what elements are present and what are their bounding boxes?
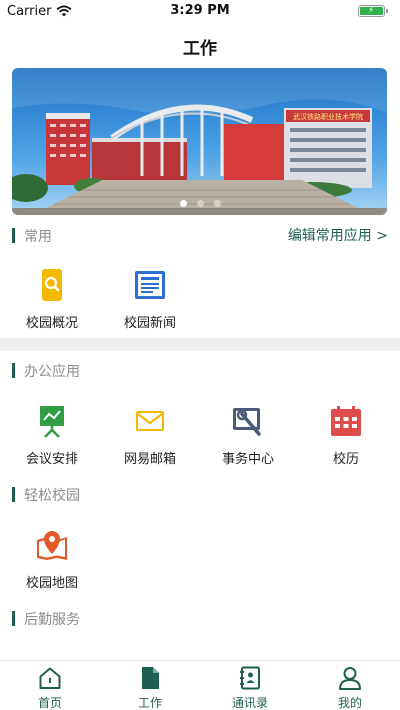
app-campus-overview[interactable]: 校园概况 <box>12 268 92 331</box>
page-dot[interactable] <box>213 200 221 207</box>
section-divider <box>0 338 400 351</box>
tools-icon <box>233 408 261 436</box>
edit-common-apps-link[interactable]: 编辑常用应用 > <box>288 225 388 245</box>
app-school-calendar[interactable]: 校历 <box>306 404 386 467</box>
search-doc-icon <box>42 269 62 301</box>
clock: 3:29 PM <box>170 3 230 18</box>
section-header-logistics: 后勤服务 <box>12 609 388 629</box>
app-affairs-center[interactable]: 事务中心 <box>208 404 288 467</box>
app-label: 会议安排 <box>25 452 78 467</box>
page-dot[interactable] <box>179 200 187 207</box>
app-label: 事务中心 <box>221 452 274 467</box>
app-campus-map[interactable]: 校园地图 <box>12 528 92 591</box>
app-campus-news[interactable]: 校园新闻 <box>110 268 190 331</box>
banner-page-indicator[interactable] <box>0 200 400 208</box>
tab-label: 首页 <box>37 696 62 710</box>
tab-label: 我的 <box>337 696 362 710</box>
app-label: 校园概况 <box>25 316 78 331</box>
section-header-campus: 轻松校园 <box>12 485 388 505</box>
tab-contacts[interactable]: 通讯录 <box>220 666 280 710</box>
banner-sign: 武汉铁路职业技术学院 <box>293 112 363 121</box>
section-marker <box>12 228 15 243</box>
campus-banner[interactable]: 武汉铁路职业技术学院 <box>12 68 387 215</box>
battery-cap <box>386 9 388 13</box>
app-label: 校园地图 <box>25 576 78 591</box>
battery-icon: ⚡ <box>358 5 385 17</box>
calendar-icon <box>331 406 361 436</box>
news-icon <box>135 271 165 299</box>
tab-home[interactable]: 首页 <box>20 666 80 710</box>
document-icon <box>142 667 159 689</box>
tab-label: 通讯录 <box>231 696 268 710</box>
home-icon <box>39 667 61 689</box>
app-label: 校园新闻 <box>123 316 176 331</box>
app-label: 校历 <box>332 452 359 467</box>
presentation-icon <box>40 406 64 438</box>
section-title: 常用 <box>24 229 52 245</box>
section-marker <box>12 487 15 502</box>
section-marker <box>12 611 15 626</box>
map-pin-icon <box>37 531 67 560</box>
user-icon <box>339 667 361 690</box>
section-title: 后勤服务 <box>24 612 80 628</box>
tab-me[interactable]: 我的 <box>320 666 380 710</box>
status-bar: Carrier 3:29 PM ⚡ <box>0 0 400 22</box>
mail-icon <box>136 411 164 431</box>
page-dot[interactable] <box>196 200 204 207</box>
section-marker <box>12 363 15 378</box>
app-meeting-schedule[interactable]: 会议安排 <box>12 404 92 467</box>
tab-bar: 首页 工作 通讯录 我的 <box>0 660 400 710</box>
section-header-office: 办公应用 <box>12 361 388 381</box>
section-title: 轻松校园 <box>24 488 80 504</box>
banner-image: 武汉铁路职业技术学院 <box>12 68 387 215</box>
charging-bolt-icon: ⚡ <box>368 6 375 16</box>
section-title: 办公应用 <box>24 364 80 380</box>
tab-label: 工作 <box>137 696 162 710</box>
section-header-common: 常用 编辑常用应用 > <box>12 226 388 246</box>
app-netease-mail[interactable]: 网易邮箱 <box>110 404 190 467</box>
contacts-icon <box>240 666 260 690</box>
app-label: 网易邮箱 <box>123 452 176 467</box>
page-title: 工作 <box>183 39 217 59</box>
tab-work[interactable]: 工作 <box>120 666 180 710</box>
